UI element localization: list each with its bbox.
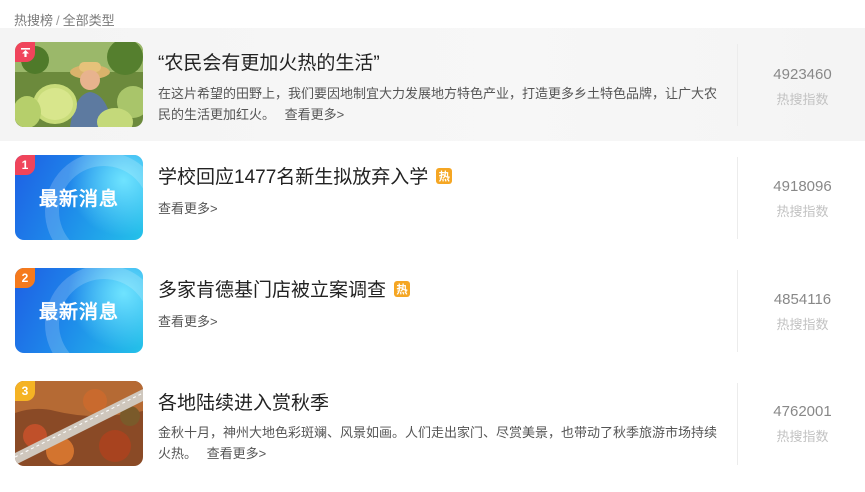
column-divider xyxy=(737,44,738,126)
thumbnail-text: 最新消息 xyxy=(38,189,119,210)
item-title[interactable]: 学校回应1477名新生拟放弃入学 热 xyxy=(158,162,453,189)
view-more-link[interactable]: 查看更多> xyxy=(158,201,218,216)
hot-index-label: 热搜指数 xyxy=(776,204,829,219)
item-thumbnail[interactable]: 最新消息 1 xyxy=(15,155,143,240)
hot-index-value: 4918096 xyxy=(773,178,832,195)
rank-number: 3 xyxy=(21,384,29,398)
hot-list-item[interactable]: 最新消息 2 多家肯德基门店被立案调查 热 查看更多> 4854116 热搜指数 xyxy=(0,254,865,367)
item-title-text[interactable]: “农民会有更加火热的生活” xyxy=(158,48,380,75)
hot-list-item[interactable]: 3 各地陆续进入赏秋季 金秋十月，神州大地色彩斑斓、风景如画。人们走出家门、尽赏… xyxy=(0,367,865,480)
rank-badge: 2 xyxy=(15,268,35,288)
rank-number: 1 xyxy=(21,158,29,172)
item-description: 金秋十月，神州大地色彩斑斓、风景如画。人们走出家门、尽赏美景，也带动了秋季旅游市… xyxy=(158,422,718,464)
item-thumbnail[interactable]: 最新消息 2 xyxy=(15,268,143,353)
breadcrumb-current[interactable]: 全部类型 xyxy=(63,13,115,28)
rank-badge: 3 xyxy=(15,381,35,401)
hot-index-value: 4762001 xyxy=(773,403,832,420)
column-divider xyxy=(737,270,738,352)
item-title-text[interactable]: 各地陆续进入赏秋季 xyxy=(158,388,329,415)
column-divider xyxy=(737,157,738,239)
item-description: 查看更多> xyxy=(158,198,718,219)
rank-number: 2 xyxy=(21,271,29,285)
view-more-link[interactable]: 查看更多> xyxy=(285,107,345,122)
item-thumbnail[interactable] xyxy=(15,42,143,127)
thumbnail-text: 最新消息 xyxy=(38,302,119,323)
hot-index-value: 4854116 xyxy=(773,291,832,308)
hot-index-label: 热搜指数 xyxy=(776,92,829,107)
hot-badge: 热 xyxy=(436,167,453,184)
item-description: 在这片希望的田野上，我们要因地制宜大力发展地方特色产业，打造更多乡土特色品牌，让… xyxy=(158,83,718,125)
hot-badge: 热 xyxy=(394,280,411,297)
item-description: 查看更多> xyxy=(158,311,718,332)
hot-index-label: 热搜指数 xyxy=(776,429,829,444)
hot-index-value: 4923460 xyxy=(773,66,832,83)
column-divider xyxy=(737,383,738,465)
item-thumbnail[interactable]: 3 xyxy=(15,381,143,466)
hot-list-item[interactable]: 最新消息 1 学校回应1477名新生拟放弃入学 热 查看更多> 4918096 … xyxy=(0,141,865,254)
item-title[interactable]: “农民会有更加火热的生活” xyxy=(158,48,380,75)
rank-badge xyxy=(15,42,35,62)
item-description-text: 在这片希望的田野上，我们要因地制宜大力发展地方特色产业，打造更多乡土特色品牌，让… xyxy=(158,86,718,122)
pin-top-icon xyxy=(20,47,30,57)
view-more-link[interactable]: 查看更多> xyxy=(207,446,267,461)
item-title-text[interactable]: 多家肯德基门店被立案调查 xyxy=(158,275,386,302)
view-more-link[interactable]: 查看更多> xyxy=(158,314,218,329)
rank-badge: 1 xyxy=(15,155,35,175)
item-title-text[interactable]: 学校回应1477名新生拟放弃入学 xyxy=(158,162,428,189)
hot-list-item-pinned[interactable]: “农民会有更加火热的生活” 在这片希望的田野上，我们要因地制宜大力发展地方特色产… xyxy=(0,28,865,141)
item-title[interactable]: 各地陆续进入赏秋季 xyxy=(158,388,329,415)
item-title[interactable]: 多家肯德基门店被立案调查 热 xyxy=(158,275,411,302)
breadcrumb: 热搜榜 / 全部类型 xyxy=(14,10,115,29)
breadcrumb-root[interactable]: 热搜榜 xyxy=(14,13,53,28)
hot-index-label: 热搜指数 xyxy=(776,317,829,332)
breadcrumb-separator: / xyxy=(56,13,60,28)
